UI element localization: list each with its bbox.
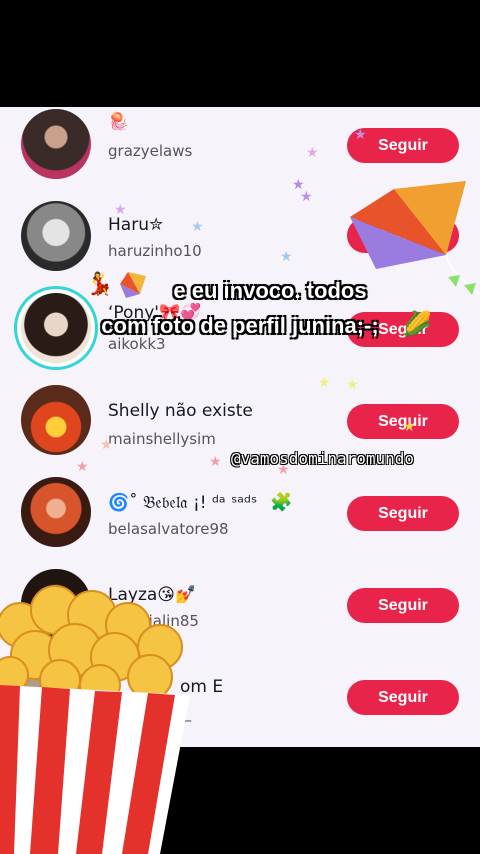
follow-button[interactable]: Seguir xyxy=(347,588,459,623)
star-icon: ★ xyxy=(306,145,319,161)
corn-icon: 🌽 xyxy=(402,310,432,338)
user-handle: haruzinho10 xyxy=(108,242,202,260)
user-name: 🪼 xyxy=(108,112,130,132)
puzzle-icon: 🧩 xyxy=(270,492,293,513)
user-handle: mainshellysim xyxy=(108,430,216,448)
user-name: 🌀˚ 𝔅𝔢𝔟𝔢𝔩𝔞 ¡! ᵈᵃ ˢᵃᵈˢ xyxy=(108,493,258,513)
star-icon: ★ xyxy=(318,375,331,391)
follow-button[interactable]: Seguir xyxy=(347,680,459,715)
star-icon: ★ xyxy=(280,249,293,265)
star-icon: ★ xyxy=(76,459,89,475)
popcorn-icon xyxy=(0,585,190,854)
star-icon: ★ xyxy=(209,454,222,470)
star-icon: ★ xyxy=(354,127,367,143)
star-icon: ★ xyxy=(300,189,313,205)
avatar[interactable] xyxy=(21,477,91,547)
watermark: @vamosdominaromundo xyxy=(231,449,415,468)
user-name: Shelly não existe xyxy=(108,401,253,421)
list-item[interactable]: 🌀˚ 𝔅𝔢𝔟𝔢𝔩𝔞 ¡! ᵈᵃ ˢᵃᵈˢ belasalvatore98 Seg… xyxy=(0,477,480,569)
caption-line-1: e eu invoco. todos xyxy=(173,278,367,303)
star-icon: ★ xyxy=(114,202,127,218)
avatar[interactable] xyxy=(21,109,91,179)
user-handle: belasalvatore98 xyxy=(108,520,229,538)
star-icon: ★ xyxy=(100,437,113,453)
user-name: Haru✮ xyxy=(108,215,164,235)
star-icon: ★ xyxy=(403,419,416,435)
star-icon: ★ xyxy=(191,219,204,235)
user-handle: grazyelaws xyxy=(108,142,193,160)
avatar[interactable] xyxy=(21,201,91,271)
avatar[interactable] xyxy=(21,385,91,455)
star-icon: ★ xyxy=(346,377,359,393)
follow-button[interactable]: Seguir xyxy=(347,496,459,531)
